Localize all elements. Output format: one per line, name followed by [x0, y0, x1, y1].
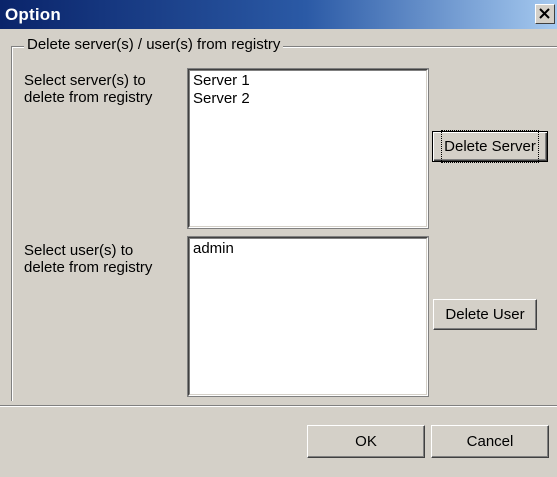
footer-separator [0, 405, 557, 407]
delete-server-button[interactable]: Delete Server [432, 130, 548, 163]
users-list: admin [193, 240, 234, 258]
title-bar[interactable]: Option [0, 0, 557, 29]
option-dialog: Option Delete server(s) / user(s) from r… [0, 0, 557, 477]
list-item[interactable]: Server 1 [193, 72, 250, 90]
users-listbox[interactable]: admin [187, 236, 429, 397]
close-icon [539, 8, 550, 19]
delete-user-button[interactable]: Delete User [433, 299, 537, 330]
list-item[interactable]: admin [193, 240, 234, 258]
servers-label: Select server(s) to delete from registry [24, 72, 153, 106]
ok-label: OK [355, 433, 377, 450]
delete-user-label: Delete User [445, 306, 525, 323]
close-button[interactable] [535, 4, 555, 24]
cancel-button[interactable]: Cancel [431, 425, 549, 458]
users-listbox-frame [189, 238, 427, 395]
window-title: Option [5, 5, 61, 24]
servers-listbox[interactable]: Server 1 Server 2 [187, 68, 429, 229]
users-label: Select user(s) to delete from registry [24, 242, 153, 276]
list-item[interactable]: Server 2 [193, 90, 250, 108]
ok-button[interactable]: OK [307, 425, 425, 458]
servers-list: Server 1 Server 2 [193, 72, 250, 108]
cancel-label: Cancel [466, 433, 514, 450]
delete-server-label: Delete Server [441, 130, 539, 163]
group-legend: Delete server(s) / user(s) from registry [24, 36, 284, 54]
